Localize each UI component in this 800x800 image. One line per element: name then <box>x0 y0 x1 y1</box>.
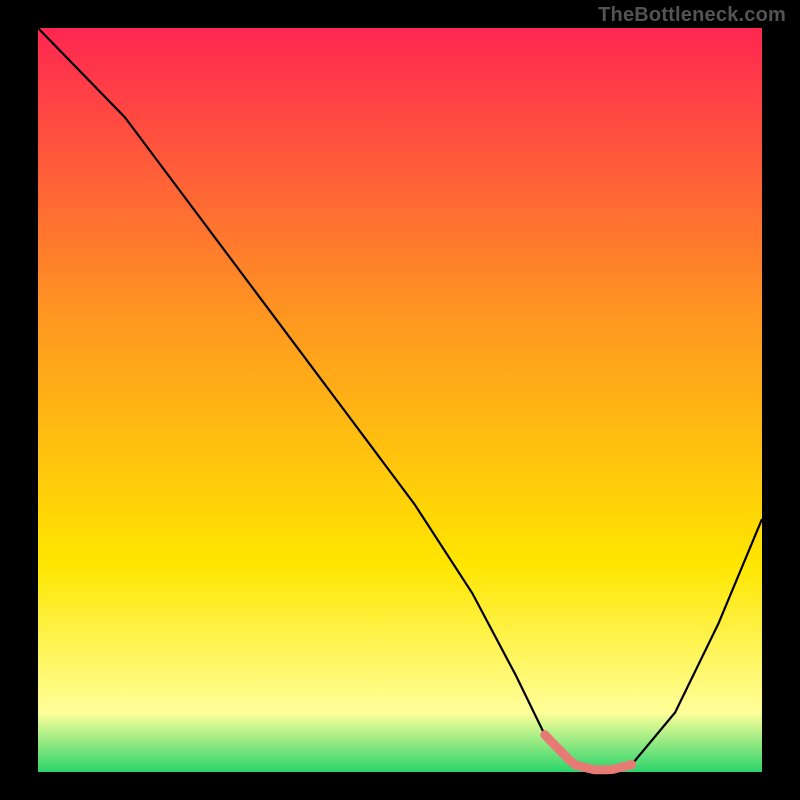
gradient-background <box>38 28 762 772</box>
watermark-text: TheBottleneck.com <box>598 4 786 27</box>
chart-frame: TheBottleneck.com <box>0 0 800 800</box>
bottleneck-chart <box>0 0 800 800</box>
